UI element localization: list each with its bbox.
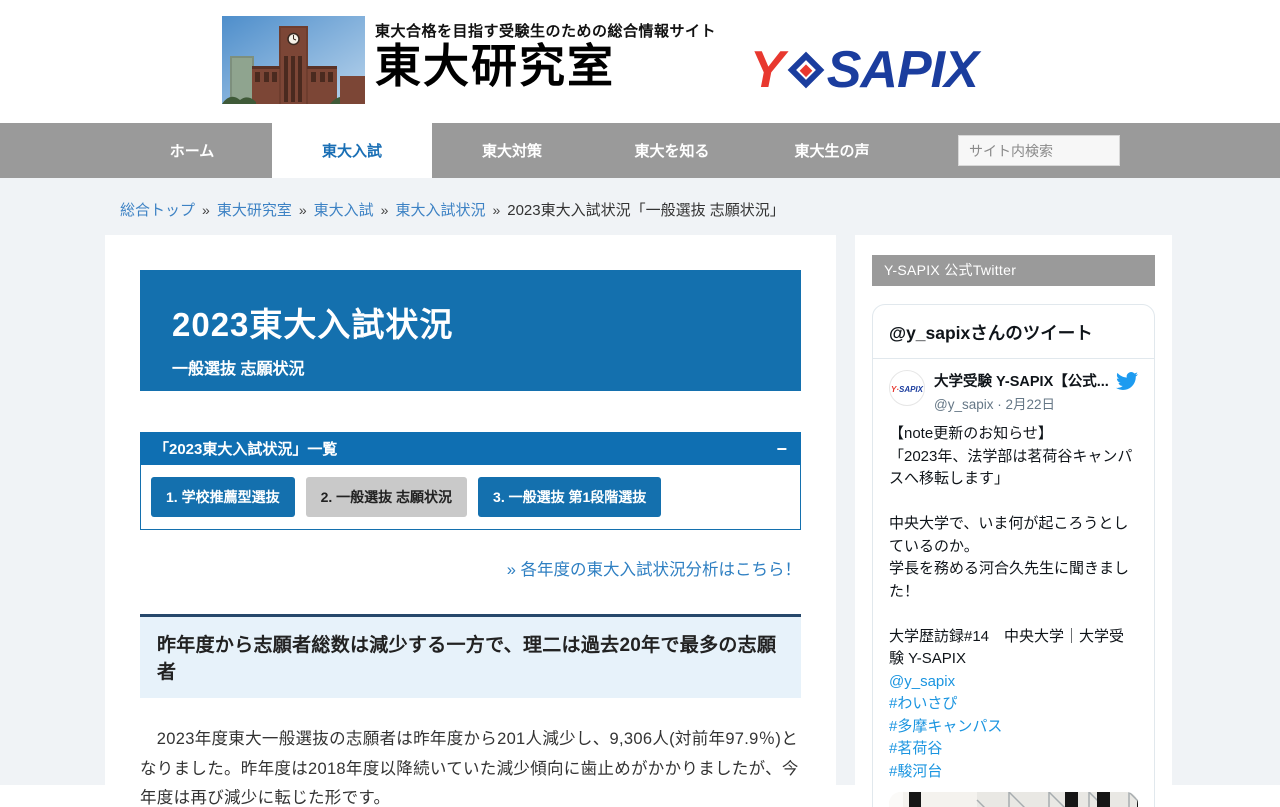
breadcrumb-link-todai-kenkyushitsu[interactable]: 東大研究室 [217,202,292,219]
breadcrumb-separator: » [381,202,389,218]
toc-button-dai1dankai[interactable]: 3. 一般選抜 第1段階選抜 [478,477,661,517]
ysapix-logo-sapix: SAPIX [827,40,978,100]
site-search [958,135,1120,166]
tweet-hashtag-tama-campus[interactable]: #多摩キャンパス [889,716,1138,739]
analysis-link[interactable]: » 各年度の東大入試状況分析はこちら！ [507,561,801,579]
ysapix-logo-y: Y [750,40,783,100]
nav-item-todaisei-no-koe[interactable]: 東大生の声 [752,123,912,178]
twitter-widget: @y_sapixさんのツイート Y·SAPIX 大学受験 Y-SAPIX【公式.… [872,304,1155,807]
tweet-links: @y_sapix #わいさぴ #多摩キャンパス #茗荷谷 #駿河台 [889,671,1138,784]
tweet-mention-link[interactable]: @y_sapix [889,671,1138,694]
site-logo-link[interactable]: 東大合格を目指す受験生のための総合情報サイト 東大研究室 [222,16,716,104]
diamond-icon [787,52,824,89]
site-header: 東大合格を目指す受験生のための総合情報サイト 東大研究室 Y SAPIX [0,0,1280,123]
site-title: 東大研究室 [375,41,716,94]
collapse-minus-icon[interactable]: − [776,440,787,458]
tweet-author-name[interactable]: 大学受験 Y-SAPIX【公式... [934,370,1109,391]
section-heading: 昨年度から志願者総数は減少する一方で、理二は過去20年で最多の志願者 [140,614,801,698]
nav-item-todai-wo-shiru[interactable]: 東大を知る [592,123,752,178]
ysapix-logo[interactable]: Y SAPIX [750,40,978,100]
sidebar-twitter-header: Y-SAPIX 公式Twitter [872,255,1155,286]
breadcrumb: 総合トップ » 東大研究室 » 東大入試 » 東大入試状況 » 2023東大入試状況「一般選抜 … [0,178,1280,220]
breadcrumb-link-nyushi-jokyo[interactable]: 東大入試状況 [395,202,485,219]
breadcrumb-separator: » [202,202,210,218]
tweet-author-block: 大学受験 Y-SAPIX【公式... @y_sapix · 2月22日 [934,370,1109,413]
university-building-photo [222,16,365,104]
page-title: 2023東大入試状況 [172,298,771,346]
tweet[interactable]: Y·SAPIX 大学受験 Y-SAPIX【公式... @y_sapix · 2月… [873,359,1154,807]
toc-header: 「2023東大入試状況」一覧 − [140,432,801,465]
body-paragraph: 2023年度東大一般選抜の志願者は昨年度から201人減少し、9,306人(対前年… [140,725,801,807]
page-subtitle: 一般選抜 志願状況 [172,355,771,379]
tweet-text: 【note更新のお知らせ】 「2023年、法学部は茗荷谷キャンパスへ移転します」… [889,423,1138,671]
breadcrumb-separator: » [299,202,307,218]
toc-box: 「2023東大入試状況」一覧 − 1. 学校推薦型選抜 2. 一般選抜 志願状況… [140,432,801,530]
breadcrumb-current: 2023東大入試状況「一般選抜 志願状況」 [507,202,785,219]
page-title-banner: 2023東大入試状況 一般選抜 志願状況 [140,270,801,391]
search-input[interactable] [958,135,1120,166]
tweet-hashtag-myogadani[interactable]: #茗荷谷 [889,738,1138,761]
tweet-hashtag-surugadai[interactable]: #駿河台 [889,761,1138,784]
logo-text: 東大合格を目指す受験生のための総合情報サイト 東大研究室 [375,16,716,104]
tweet-photo[interactable] [889,792,1138,807]
twitter-widget-title: @y_sapixさんのツイート [873,305,1154,359]
toc-button-suisen[interactable]: 1. 学校推薦型選抜 [151,477,295,517]
nav-item-todai-taisaku[interactable]: 東大対策 [432,123,592,178]
breadcrumb-link-todai-nyushi[interactable]: 東大入試 [314,202,374,219]
main-nav: ホーム 東大入試 東大対策 東大を知る 東大生の声 [0,123,1280,178]
sidebar: Y-SAPIX 公式Twitter @y_sapixさんのツイート Y·SAPI… [855,235,1172,807]
avatar[interactable]: Y·SAPIX [889,370,925,406]
nav-item-todai-nyushi[interactable]: 東大入試 [272,123,432,178]
breadcrumb-separator: » [492,202,500,218]
twitter-bird-icon[interactable] [1116,370,1138,397]
tweet-hashtag-waisapi[interactable]: #わいさぴ [889,693,1138,716]
toc-title: 「2023東大入試状況」一覧 [154,438,337,459]
analysis-link-row: » 各年度の東大入試状況分析はこちら！ [140,556,801,580]
toc-body: 1. 学校推薦型選抜 2. 一般選抜 志願状況 3. 一般選抜 第1段階選抜 [140,465,801,530]
page-body: 総合トップ » 東大研究室 » 東大入試 » 東大入試状況 » 2023東大入試状況「一般選抜 … [0,178,1280,785]
nav-item-home[interactable]: ホーム [112,123,272,178]
toc-button-shigan-current: 2. 一般選抜 志願状況 [306,477,467,517]
main-content: 2023東大入試状況 一般選抜 志願状況 「2023東大入試状況」一覧 − 1.… [105,235,836,807]
tweet-handle-date[interactable]: @y_sapix · 2月22日 [934,393,1109,413]
breadcrumb-link-top[interactable]: 総合トップ [120,202,195,219]
site-tagline: 東大合格を目指す受験生のための総合情報サイト [375,20,716,41]
